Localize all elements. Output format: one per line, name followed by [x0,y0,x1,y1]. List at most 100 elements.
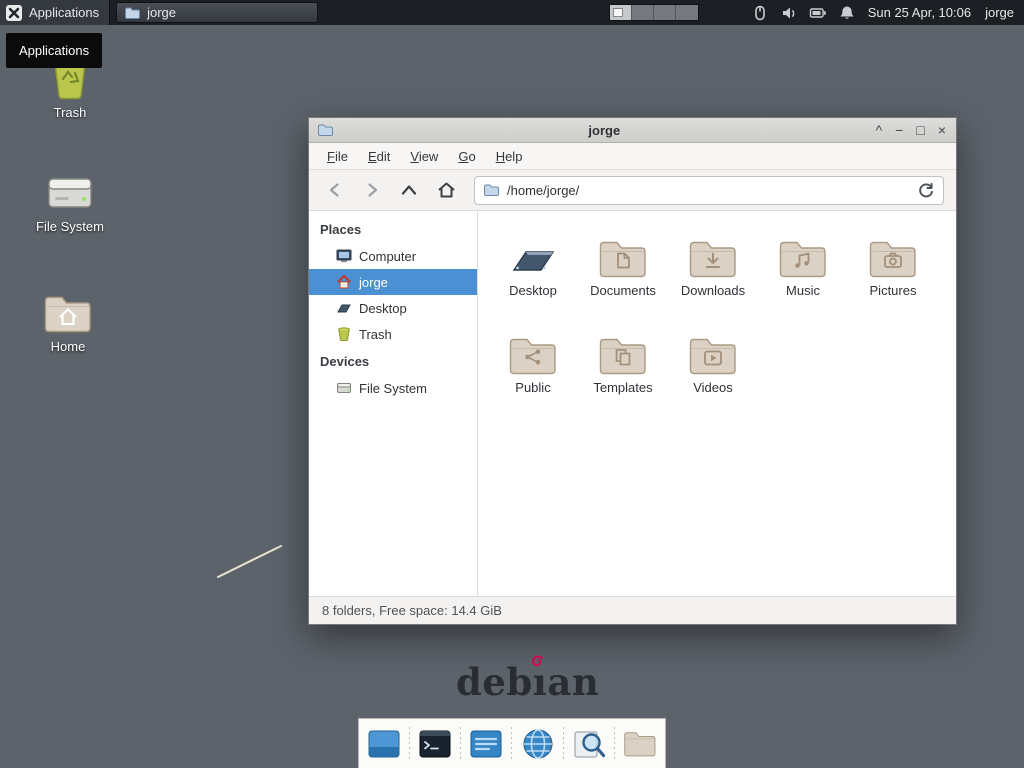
applications-tooltip: Applications [6,33,102,68]
folder-icon [623,730,657,758]
music-folder-icon [759,225,847,281]
minimize-button[interactable]: − [895,123,903,137]
window-controls: ^ − □ × [876,123,948,137]
file-manager-window: jorge ^ − □ × File Edit View Go Help [308,117,957,625]
volume-icon[interactable] [780,4,798,22]
menubar: File Edit View Go Help [309,143,956,170]
taskbar-window-label: jorge [147,5,176,20]
window-body: Places Computer jorge [309,211,956,596]
back-button[interactable] [325,180,345,200]
file-item-desktop[interactable]: Desktop [489,225,577,322]
up-button[interactable] [399,180,419,200]
terminal-launcher[interactable] [416,725,454,763]
sidebar-item-file-system[interactable]: File System [309,375,477,401]
bottom-dock [358,718,666,768]
file-label: Documents [579,283,667,298]
sidebar-item-label: Computer [359,249,416,264]
window-titlebar[interactable]: jorge ^ − □ × [309,118,956,143]
desktop-icon-label: Home [18,339,118,354]
show-desktop-launcher[interactable] [365,725,403,763]
templates-folder-icon [579,322,667,378]
sidebar-header-places: Places [309,215,477,243]
applications-menu-button[interactable]: Applications [0,0,110,25]
file-manager-launcher[interactable] [621,725,659,763]
notifications-bell-icon[interactable] [838,4,856,22]
toolbar: /home/jorge/ [309,170,956,211]
workspace-3[interactable] [654,5,676,20]
application-finder-launcher[interactable] [570,725,608,763]
file-item-music[interactable]: Music [759,225,847,322]
folder-icon [124,5,140,21]
battery-icon[interactable] [809,4,827,22]
user-home-icon [336,274,352,290]
sidebar-item-label: Desktop [359,301,407,316]
file-label: Downloads [669,283,757,298]
videos-folder-icon [669,322,757,378]
home-button[interactable] [436,180,457,200]
file-item-pictures[interactable]: Pictures [849,225,937,322]
dock-separator [563,727,564,761]
workspace-1[interactable] [610,5,632,20]
file-label: Public [489,380,577,395]
file-item-public[interactable]: Public [489,322,577,419]
file-label: Pictures [849,283,937,298]
magnifier-icon [572,727,606,761]
file-label: Music [759,283,847,298]
text-editor-icon [469,727,503,761]
dock-separator [614,727,615,761]
dock-separator [511,727,512,761]
debian-logo: debıan [456,660,599,704]
dock-separator [409,727,410,761]
desktop-icon-home[interactable]: Home [18,294,118,354]
home-folder-icon [18,294,118,334]
applications-menu-icon [6,5,22,21]
menu-file[interactable]: File [317,145,358,168]
menu-go[interactable]: Go [448,145,485,168]
trash-icon [336,326,352,342]
debian-swirl-wrap: ı [533,660,548,704]
terminal-icon [418,727,452,761]
shade-button[interactable]: ^ [876,123,883,137]
sidebar: Places Computer jorge [309,211,478,596]
desktop-icon [336,300,352,316]
downloads-folder-icon [669,225,757,281]
menu-view[interactable]: View [400,145,448,168]
file-label: Videos [669,380,757,395]
top-panel: Applications jorge Sun 25 [0,0,1024,25]
text-editor-launcher[interactable] [467,725,505,763]
close-button[interactable]: × [938,123,946,137]
debian-swirl-icon [531,655,544,668]
sidebar-item-jorge[interactable]: jorge [309,269,477,295]
menu-edit[interactable]: Edit [358,145,400,168]
file-item-templates[interactable]: Templates [579,322,667,419]
path-folder-icon [483,182,499,198]
path-bar[interactable]: /home/jorge/ [474,176,944,205]
workspace-2[interactable] [632,5,654,20]
web-browser-launcher[interactable] [519,725,557,763]
pointer-device-icon[interactable] [751,4,769,22]
sidebar-item-computer[interactable]: Computer [309,243,477,269]
globe-icon [521,727,555,761]
file-item-videos[interactable]: Videos [669,322,757,419]
clock[interactable]: Sun 25 Apr, 10:06 [868,5,971,20]
reload-button[interactable] [917,181,935,199]
sidebar-item-trash[interactable]: Trash [309,321,477,347]
maximize-button[interactable]: □ [916,123,924,137]
file-label: Desktop [489,283,577,298]
desktop-icon-filesystem[interactable]: File System [20,172,120,234]
workspace-pager [609,4,699,21]
sidebar-item-label: Trash [359,327,392,342]
window-folder-icon [317,122,333,138]
taskbar-window-button[interactable]: jorge [116,2,318,23]
file-item-downloads[interactable]: Downloads [669,225,757,322]
sidebar-item-desktop[interactable]: Desktop [309,295,477,321]
documents-folder-icon [579,225,667,281]
file-item-documents[interactable]: Documents [579,225,667,322]
forward-button[interactable] [362,180,382,200]
workspace-4[interactable] [676,5,698,20]
desktop-icon-label: Trash [20,105,120,120]
menu-help[interactable]: Help [486,145,533,168]
applications-menu-label: Applications [29,5,99,20]
system-tray [751,4,856,22]
username-label[interactable]: jorge [985,5,1014,20]
